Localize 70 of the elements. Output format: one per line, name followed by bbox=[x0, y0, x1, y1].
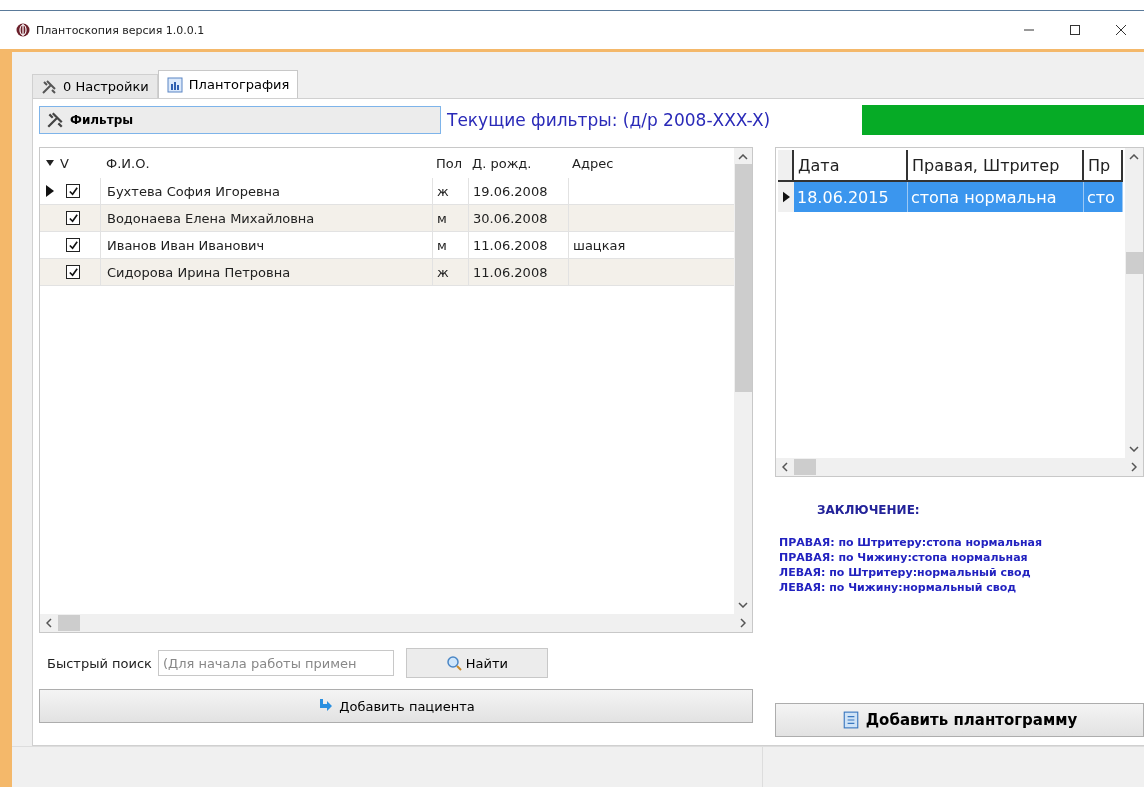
name-cell: Водонаева Елена Михайловна bbox=[100, 205, 432, 231]
scroll-up-icon[interactable] bbox=[1129, 154, 1139, 160]
find-button[interactable]: Найти bbox=[405, 648, 548, 678]
table-cell: стопа нормальна bbox=[908, 182, 1084, 212]
search-field[interactable]: (Для начала работы примен bbox=[157, 650, 394, 676]
filters-button[interactable]: Фильтры bbox=[39, 106, 441, 134]
sort-triangle-icon[interactable] bbox=[46, 160, 54, 166]
birth-date-cell: 30.06.2008 bbox=[468, 205, 568, 231]
conclusion-line: ЛЕВАЯ: по Штритеру:нормальный свод bbox=[779, 565, 1032, 580]
scroll-left-icon[interactable] bbox=[782, 462, 788, 472]
vertical-scrollbar[interactable] bbox=[1125, 148, 1143, 458]
close-icon bbox=[1116, 25, 1126, 35]
conclusion-line: ПРАВАЯ: по Штритеру:стопа нормальная bbox=[779, 535, 1044, 550]
table-cell: 18.06.2015 bbox=[794, 182, 908, 212]
horizontal-scrollbar[interactable] bbox=[40, 614, 752, 632]
scroll-right-icon[interactable] bbox=[740, 618, 746, 628]
current-filters-label: Текущие фильтры: (д/р 2008-XXX-X) bbox=[447, 110, 771, 130]
name-cell: Бухтева София Игоревна bbox=[100, 178, 432, 204]
sex-cell: м bbox=[432, 205, 468, 231]
add-plantogram-button[interactable]: Добавить плантограмму bbox=[775, 703, 1144, 737]
current-row-icon bbox=[782, 191, 790, 203]
scroll-right-icon[interactable] bbox=[1131, 462, 1137, 472]
tab[interactable]: Плантография bbox=[157, 70, 299, 98]
scrollbar-thumb[interactable] bbox=[58, 615, 80, 631]
column-header[interactable]: Правая, Штритер bbox=[908, 150, 1084, 180]
name-cell: Иванов Иван Иванович bbox=[100, 232, 432, 258]
tab[interactable]: 0 Настройки bbox=[32, 74, 158, 98]
document-icon bbox=[841, 711, 860, 729]
birth-date-cell: 19.06.2008 bbox=[468, 178, 568, 204]
search-icon bbox=[445, 655, 462, 671]
arrow-icon bbox=[317, 698, 334, 714]
maximize-icon bbox=[1070, 25, 1080, 35]
column-header[interactable]: Ф.И.О. bbox=[100, 155, 432, 171]
sex-cell: м bbox=[432, 232, 468, 258]
conclusion-line: ПРАВАЯ: по Чижину:стопа нормальная bbox=[779, 550, 1029, 565]
scroll-up-icon[interactable] bbox=[738, 154, 748, 160]
quick-search-label: Быстрый поиск bbox=[47, 655, 152, 671]
scroll-down-icon[interactable] bbox=[1129, 446, 1139, 452]
row-header[interactable] bbox=[778, 182, 794, 212]
column-header[interactable]: Пр bbox=[1084, 150, 1123, 180]
vertical-scrollbar[interactable] bbox=[734, 148, 752, 614]
row-checkbox[interactable] bbox=[66, 238, 80, 252]
birth-date-cell: 11.06.2008 bbox=[468, 259, 568, 285]
sex-cell: ж bbox=[432, 178, 468, 204]
app-logo-icon bbox=[16, 23, 30, 37]
row-checkbox[interactable] bbox=[66, 184, 80, 198]
name-cell: Сидорова Ирина Петровна bbox=[100, 259, 432, 285]
row-checkbox[interactable] bbox=[66, 211, 80, 225]
column-header[interactable]: Д. рожд. bbox=[468, 155, 568, 171]
scrollbar-thumb[interactable] bbox=[734, 164, 752, 392]
scroll-left-icon[interactable] bbox=[46, 618, 52, 628]
scrollbar-thumb[interactable] bbox=[1125, 252, 1143, 274]
scroll-down-icon[interactable] bbox=[738, 602, 748, 608]
column-header[interactable]: Пол bbox=[432, 155, 468, 171]
birth-date-cell: 11.06.2008 bbox=[468, 232, 568, 258]
conclusion-title: ЗАКЛЮЧЕНИЕ: bbox=[816, 503, 921, 517]
add-patient-button[interactable]: Добавить пациента bbox=[39, 689, 753, 723]
chart-icon bbox=[166, 76, 183, 93]
row-checkbox[interactable] bbox=[66, 265, 80, 279]
column-header[interactable]: V bbox=[60, 155, 69, 171]
conclusion-line: ЛЕВАЯ: по Чижину:нормальный свод bbox=[779, 580, 1018, 595]
column-header[interactable]: Адрес bbox=[568, 155, 734, 171]
scrollbar-thumb[interactable] bbox=[794, 459, 816, 475]
tools-icon bbox=[41, 78, 57, 95]
horizontal-scrollbar[interactable] bbox=[776, 458, 1143, 476]
sex-cell: ж bbox=[432, 259, 468, 285]
tools-icon bbox=[46, 111, 64, 129]
table-cell: сто bbox=[1084, 182, 1123, 212]
column-header[interactable]: Дата bbox=[794, 150, 908, 180]
window-title: Плантоскопия версия 1.0.0.1 bbox=[36, 23, 205, 37]
